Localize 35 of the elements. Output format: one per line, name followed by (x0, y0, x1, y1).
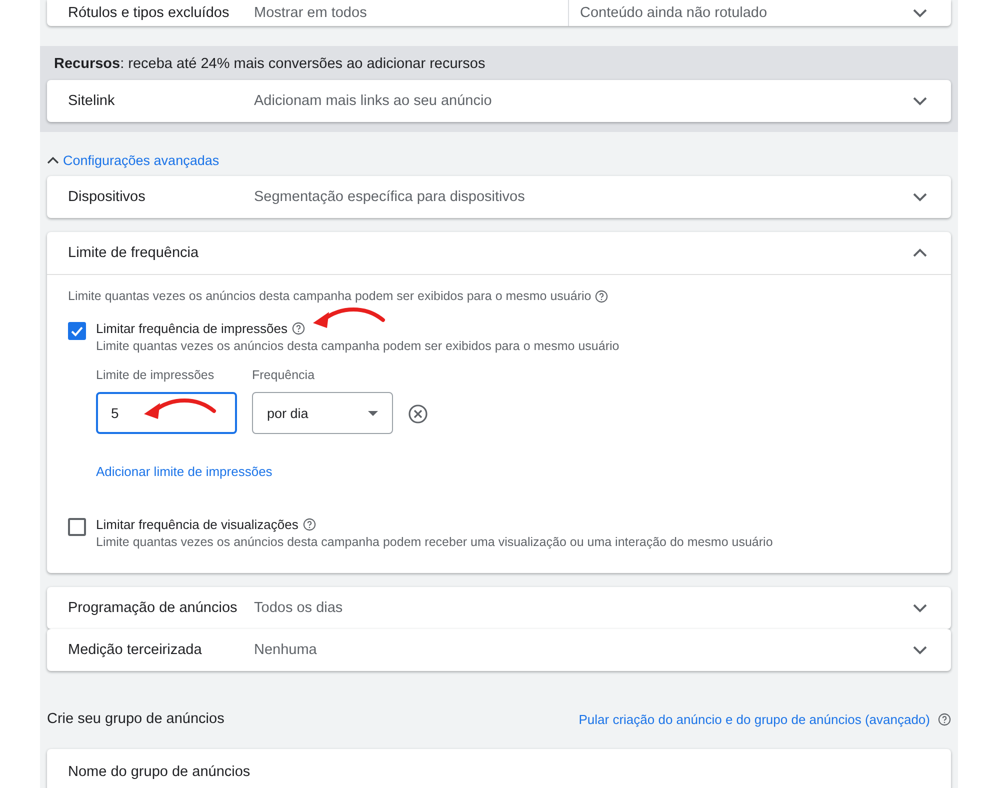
section-summary: Conteúdo ainda não rotulado (568, 0, 910, 26)
section-summary: Todos os dias (254, 600, 344, 616)
section-label: Limite de frequência (68, 244, 200, 263)
advanced-settings-toggle[interactable]: Configurações avançadas (45, 152, 220, 168)
add-limit-link[interactable]: Adicionar limite de impressões (96, 464, 272, 479)
section-summary: Segmentação específica para dispositivos (254, 189, 526, 205)
help-icon[interactable] (303, 518, 316, 531)
section-label: Sitelink (68, 92, 116, 111)
section-summary: Mostrar em todos (254, 5, 368, 21)
section-summary: Nenhuma (254, 642, 318, 658)
section-label: Rótulos e tipos excluídos (68, 4, 230, 23)
help-icon[interactable] (938, 712, 951, 726)
checkbox[interactable] (68, 518, 86, 536)
section-label: Dispositivos (68, 188, 146, 207)
frequency-dropdown[interactable]: por dia (252, 392, 393, 434)
section-summary: Adicionam mais links ao seu anúncio (254, 93, 493, 109)
option-description: Limite quantas vezes os anúncios desta campanha podem ser exibidos para o mesmo usuário (96, 339, 620, 353)
remove-icon[interactable] (408, 404, 428, 424)
option-label: Limitar frequência de impressões (96, 321, 288, 336)
help-icon[interactable] (595, 290, 608, 302)
field-label: Frequência (252, 368, 316, 382)
section-label: Programação de anúncios (68, 599, 238, 618)
help-icon[interactable] (292, 322, 306, 335)
section-label: Nome do grupo de anúncios (68, 763, 250, 782)
impression-limit-field[interactable]: 5 (96, 392, 237, 434)
field-label: Limite de impressões (96, 368, 216, 382)
checkbox[interactable] (68, 322, 86, 340)
skip-link[interactable]: Pular criação do anúncio e do grupo de anúncios (avançado) (578, 712, 930, 726)
section-label: Medição terceirizada (68, 641, 203, 660)
section-description: Limite quantas vezes os anúncios desta campanha podem ser exibidos para o mesmo usuário (68, 289, 592, 303)
resources-heading: Recursos: receba até 24% mais conversões ao adicionar recursos (53, 56, 486, 74)
option-description: Limite quantas vezes os anúncios desta campanha podem receber uma visualização ou uma interação do mesmo usuário (96, 535, 773, 549)
dropdown-arrow-icon (368, 410, 378, 416)
option-label: Limitar frequência de visualizações (96, 517, 298, 532)
section-title: Crie seu grupo de anúncios (47, 711, 224, 727)
